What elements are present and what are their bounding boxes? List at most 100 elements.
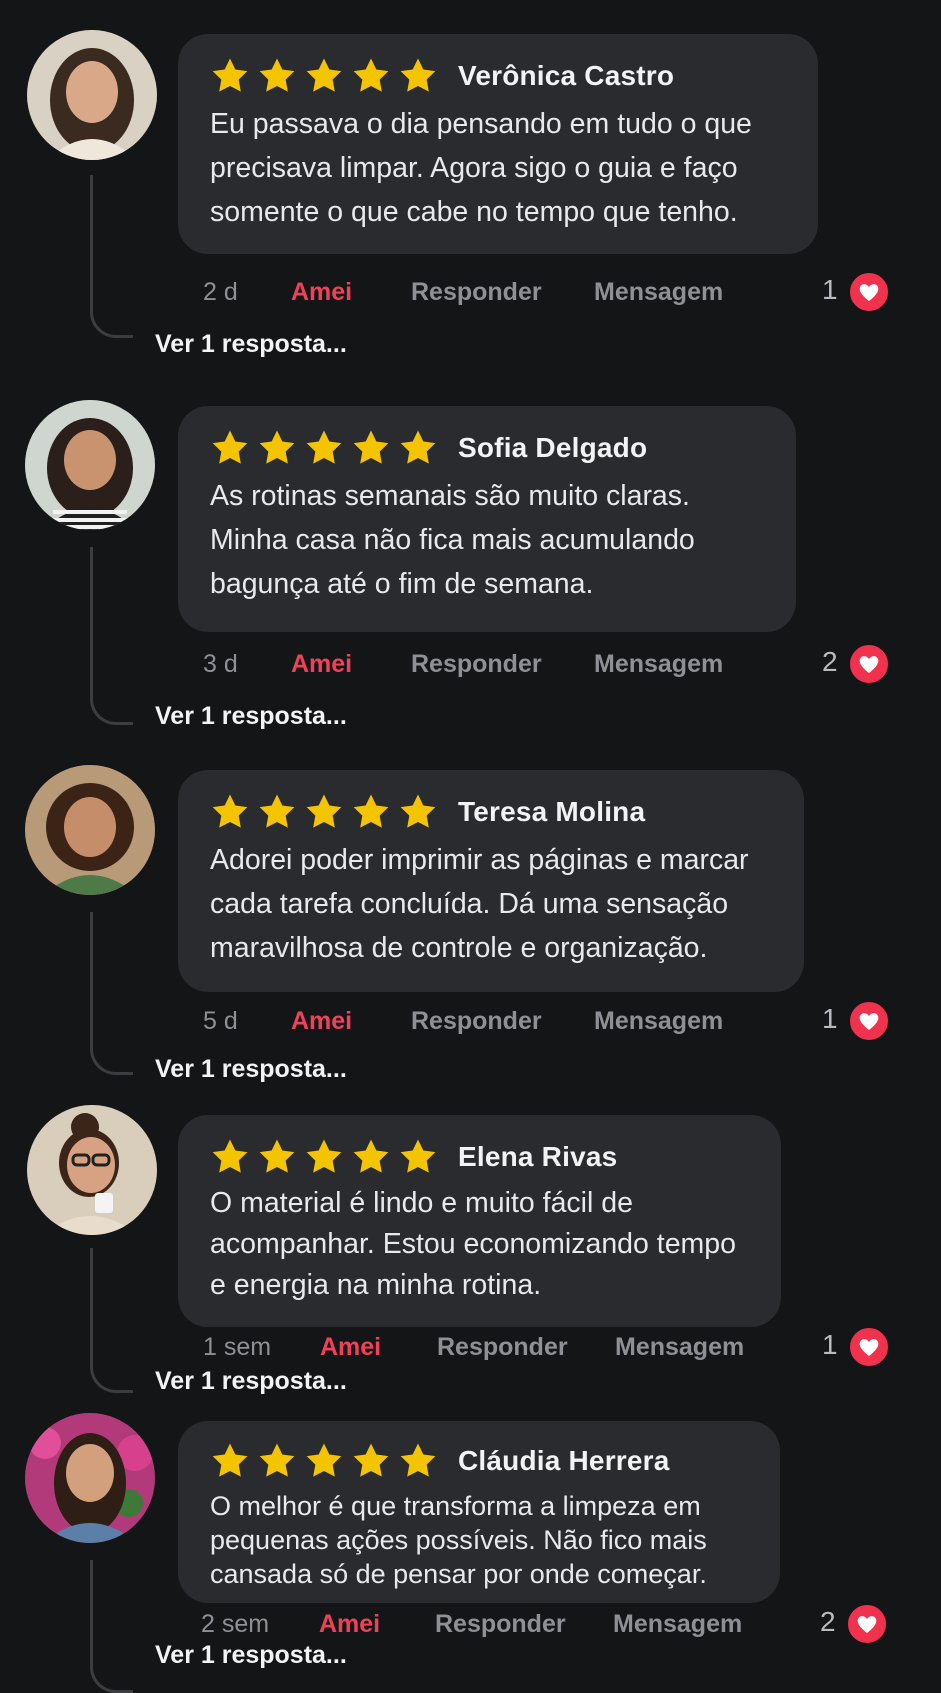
star-icon	[212, 430, 248, 464]
message-link[interactable]: Mensagem	[615, 1333, 744, 1362]
love-reaction-link[interactable]: Amei	[320, 1333, 381, 1362]
star-icon	[353, 430, 389, 464]
star-icon	[353, 1139, 389, 1173]
comment-bubble: Cláudia Herrera O melhor é que transform…	[178, 1421, 780, 1603]
author-name[interactable]: Teresa Molina	[458, 796, 645, 828]
author-name[interactable]: Sofia Delgado	[458, 432, 647, 464]
star-icon	[259, 58, 295, 92]
star-icon	[212, 794, 248, 828]
star-rating	[210, 1441, 438, 1481]
thread-line	[90, 547, 133, 725]
comment-actions: 2 sem Amei Responder Mensagem 2	[0, 1603, 941, 1645]
love-reaction-link[interactable]: Amei	[291, 278, 352, 307]
timestamp: 2 d	[203, 278, 238, 306]
star-icon	[400, 1139, 436, 1173]
heart-reaction-badge[interactable]	[848, 1326, 890, 1368]
star-rating	[210, 792, 438, 832]
star-rating	[210, 1137, 438, 1177]
star-icon	[259, 1139, 295, 1173]
comment-bubble: Verônica Castro Eu passava o dia pensand…	[178, 34, 818, 254]
heart-reaction-badge[interactable]	[848, 1000, 890, 1042]
heart-icon	[857, 1616, 877, 1633]
reaction-count[interactable]: 2	[822, 646, 838, 678]
heart-icon	[859, 284, 879, 301]
message-link[interactable]: Mensagem	[594, 278, 723, 307]
star-icon	[306, 430, 342, 464]
star-icon	[400, 1443, 436, 1477]
avatar-photo	[25, 400, 155, 530]
star-icon	[306, 58, 342, 92]
comment-text: Eu passava o dia pensando em tudo o que …	[210, 108, 752, 228]
message-link[interactable]: Mensagem	[613, 1610, 742, 1639]
see-replies-link[interactable]: Ver 1 resposta...	[155, 330, 347, 359]
reaction-count[interactable]: 1	[822, 274, 838, 306]
avatar-photo	[25, 765, 155, 895]
star-icon	[400, 794, 436, 828]
comment-text: O material é lindo e muito fácil de acom…	[210, 1187, 736, 1301]
love-reaction-link[interactable]: Amei	[291, 650, 352, 679]
star-rating	[210, 428, 438, 468]
star-icon	[353, 1443, 389, 1477]
see-replies-link[interactable]: Ver 1 resposta...	[155, 1055, 347, 1084]
heart-icon	[859, 656, 879, 673]
reply-link[interactable]: Responder	[435, 1610, 566, 1639]
comment-bubble: Teresa Molina Adorei poder imprimir as p…	[178, 770, 804, 992]
reaction-count[interactable]: 1	[822, 1329, 838, 1361]
star-icon	[353, 58, 389, 92]
heart-reaction-badge[interactable]	[846, 1603, 888, 1645]
comment-text: Adorei poder imprimir as páginas e marca…	[210, 844, 749, 964]
avatar-photo	[27, 30, 157, 160]
comment-text: As rotinas semanais são muito claras. Mi…	[210, 480, 695, 600]
star-icon	[353, 794, 389, 828]
thread-line	[90, 175, 133, 338]
reaction-count[interactable]: 1	[822, 1003, 838, 1035]
thread-line	[90, 1248, 133, 1393]
comment-actions: 5 d Amei Responder Mensagem 1	[0, 1000, 941, 1042]
reply-link[interactable]: Responder	[437, 1333, 568, 1362]
timestamp: 5 d	[203, 1007, 238, 1035]
star-icon	[306, 794, 342, 828]
heart-icon	[859, 1013, 879, 1030]
timestamp: 2 sem	[201, 1610, 270, 1638]
see-replies-link[interactable]: Ver 1 resposta...	[155, 1367, 347, 1396]
star-icon	[259, 1443, 295, 1477]
heart-reaction-badge[interactable]	[848, 271, 890, 313]
reply-link[interactable]: Responder	[411, 1007, 542, 1036]
heart-reaction-badge[interactable]	[848, 643, 890, 685]
reply-link[interactable]: Responder	[411, 278, 542, 307]
star-icon	[306, 1443, 342, 1477]
reply-link[interactable]: Responder	[411, 650, 542, 679]
timestamp: 3 d	[203, 650, 238, 678]
avatar[interactable]	[25, 400, 155, 530]
star-icon	[212, 58, 248, 92]
avatar-photo	[27, 1105, 157, 1235]
avatar[interactable]	[27, 30, 157, 160]
star-icon	[259, 794, 295, 828]
comment-bubble: Sofia Delgado As rotinas semanais são mu…	[178, 406, 796, 632]
love-reaction-link[interactable]: Amei	[291, 1007, 352, 1036]
author-name[interactable]: Verônica Castro	[458, 60, 674, 92]
message-link[interactable]: Mensagem	[594, 1007, 723, 1036]
comment-actions: 2 d Amei Responder Mensagem 1	[0, 271, 941, 313]
reaction-count[interactable]: 2	[820, 1606, 836, 1638]
star-icon	[212, 1139, 248, 1173]
avatar[interactable]	[25, 765, 155, 895]
avatar[interactable]	[27, 1105, 157, 1235]
avatar[interactable]	[25, 1413, 155, 1543]
message-link[interactable]: Mensagem	[594, 650, 723, 679]
thread-line	[90, 912, 133, 1075]
see-replies-link[interactable]: Ver 1 resposta...	[155, 1641, 347, 1670]
star-icon	[259, 430, 295, 464]
author-name[interactable]: Elena Rivas	[458, 1141, 617, 1173]
star-icon	[400, 430, 436, 464]
avatar-photo	[25, 1413, 155, 1543]
star-icon	[212, 1443, 248, 1477]
star-icon	[306, 1139, 342, 1173]
heart-icon	[859, 1339, 879, 1356]
love-reaction-link[interactable]: Amei	[319, 1610, 380, 1639]
author-name[interactable]: Cláudia Herrera	[458, 1445, 670, 1477]
see-replies-link[interactable]: Ver 1 resposta...	[155, 702, 347, 731]
star-icon	[400, 58, 436, 92]
comment-bubble: Elena Rivas O material é lindo e muito f…	[178, 1115, 781, 1327]
timestamp: 1 sem	[203, 1333, 272, 1361]
